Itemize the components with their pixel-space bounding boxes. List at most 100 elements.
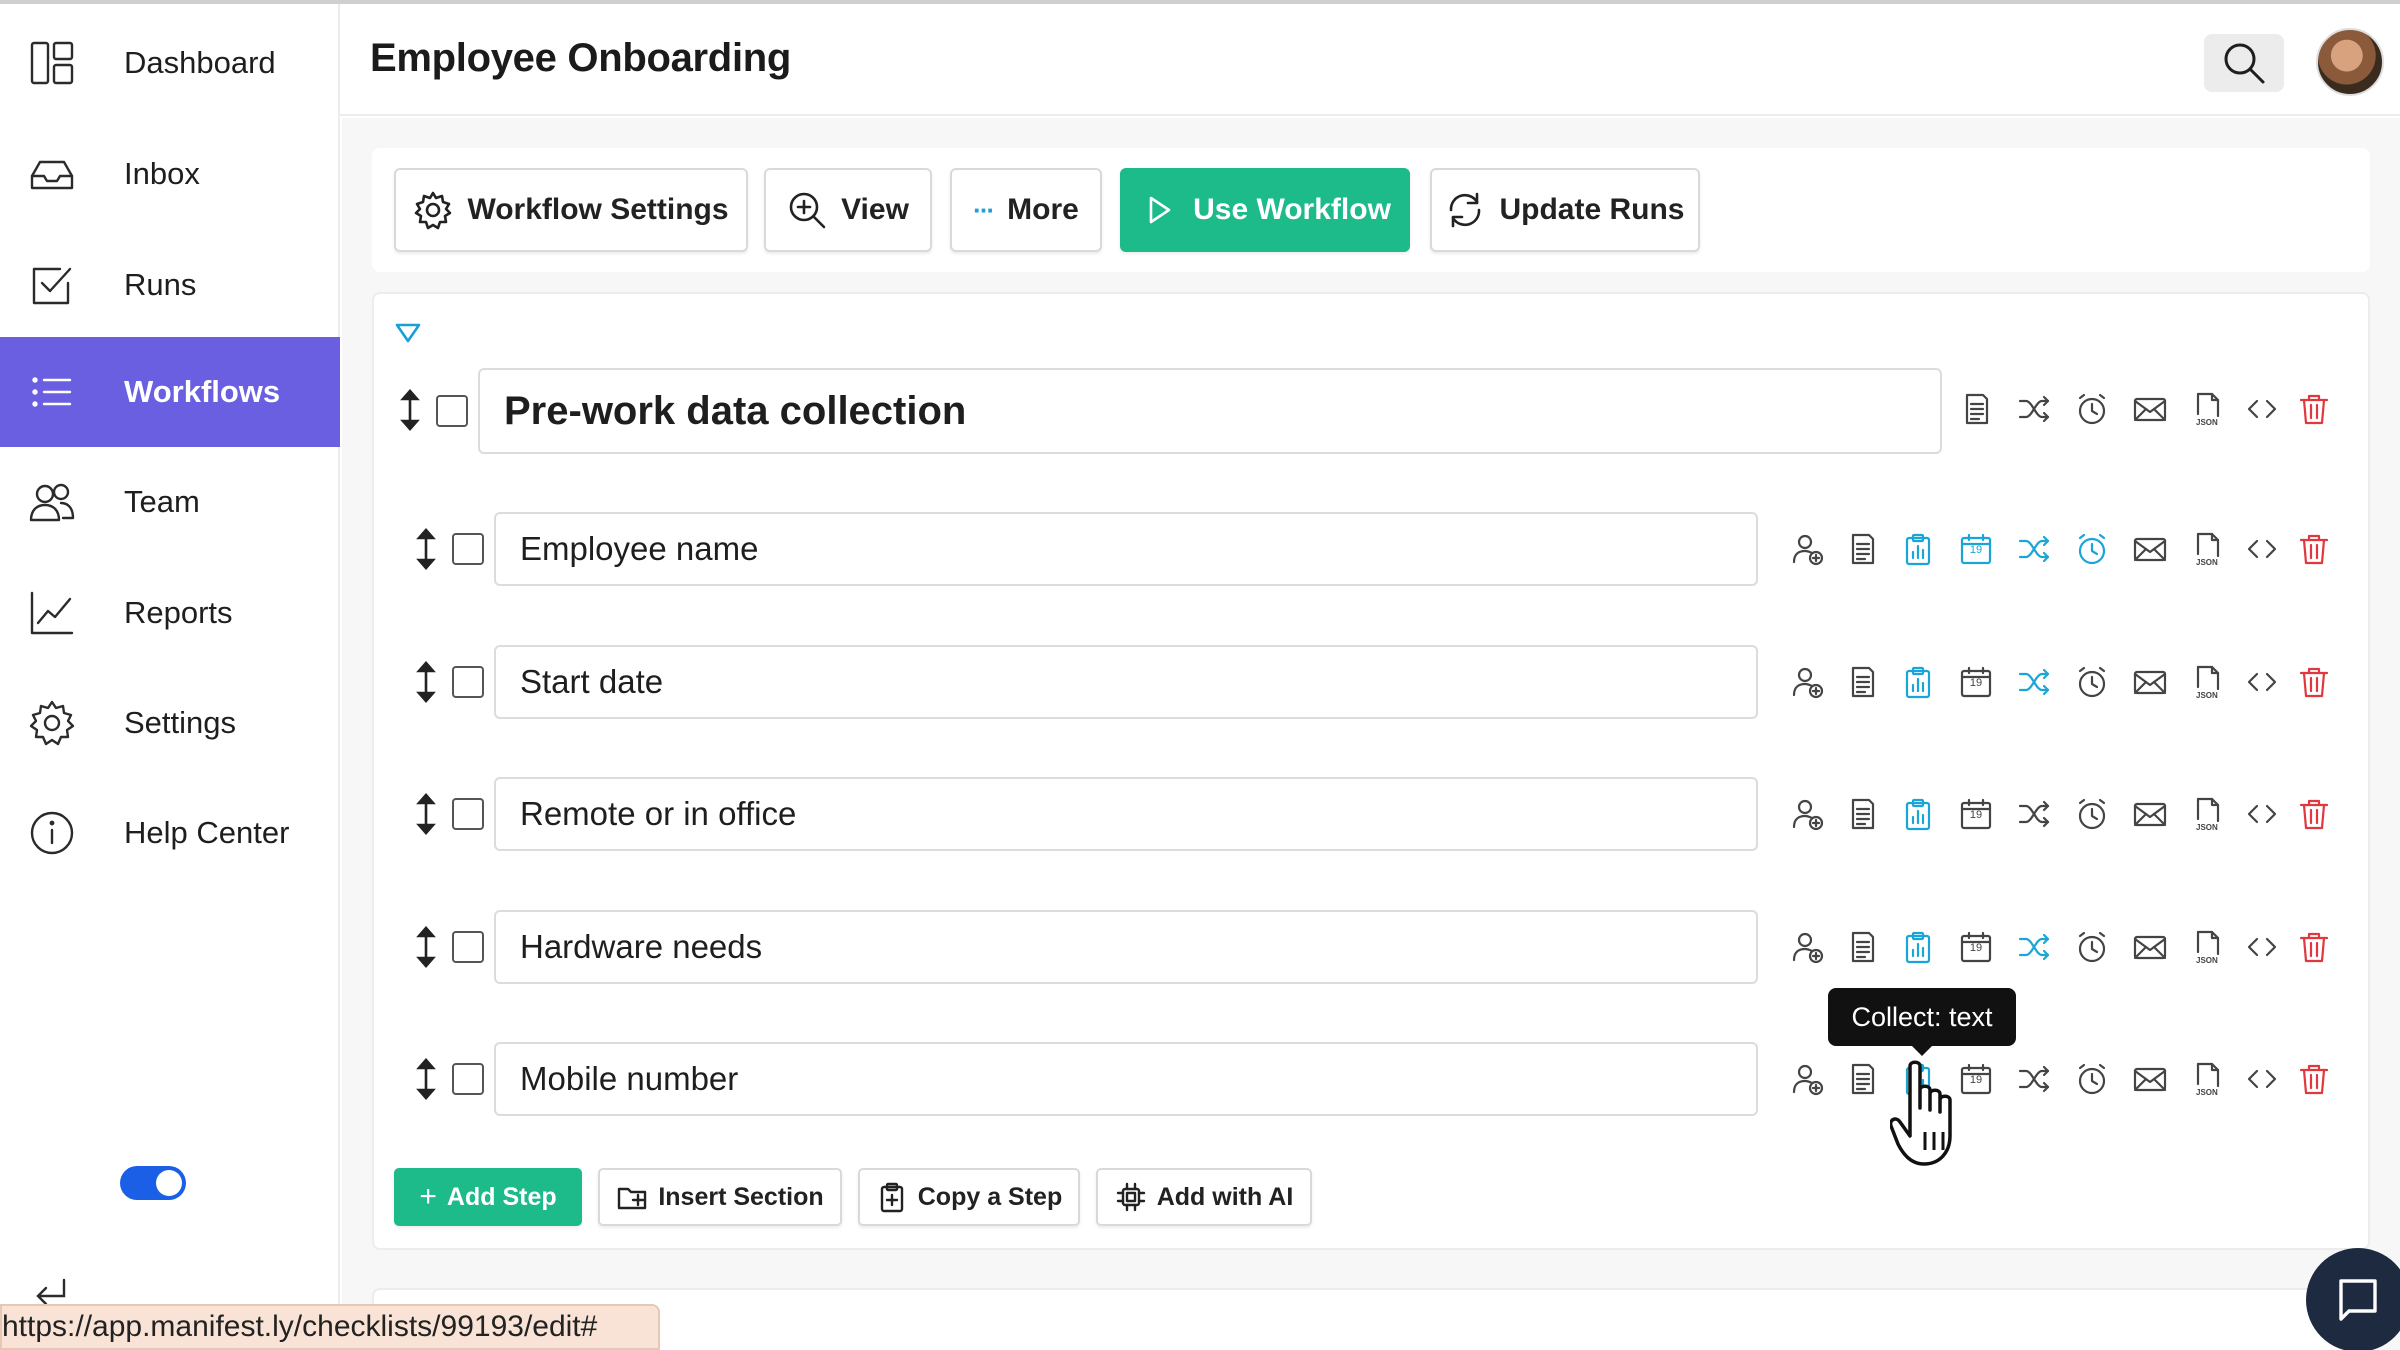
update-runs-button[interactable]: Update Runs <box>1430 168 1700 252</box>
code-icon[interactable] <box>2244 664 2280 700</box>
step-title-input[interactable]: Start date <box>494 645 1758 719</box>
code-icon[interactable] <box>2244 1061 2280 1097</box>
drag-handle-icon[interactable] <box>398 388 422 432</box>
use-workflow-button[interactable]: Use Workflow <box>1120 168 1410 252</box>
more-label: More <box>1007 193 1079 226</box>
drag-handle-icon[interactable] <box>414 792 438 836</box>
shuffle-icon[interactable] <box>2016 531 2052 567</box>
json-file-icon[interactable]: JSON <box>2190 664 2226 700</box>
collapse-section-icon[interactable] <box>394 322 422 344</box>
theme-toggle[interactable] <box>120 1166 186 1200</box>
assign-user-icon[interactable] <box>1790 796 1826 832</box>
code-icon[interactable] <box>2244 796 2280 832</box>
step-checkbox[interactable] <box>452 1063 484 1095</box>
calendar-icon[interactable]: 19 <box>1958 796 1994 832</box>
sidebar-item-team[interactable]: Team <box>0 447 340 557</box>
sidebar-item-dashboard[interactable]: Dashboard <box>0 8 340 118</box>
sidebar-item-help-center[interactable]: Help Center <box>0 778 340 888</box>
calendar-day-label: 19 <box>1969 942 1983 954</box>
alarm-clock-icon[interactable] <box>2074 796 2110 832</box>
search-button[interactable] <box>2204 34 2284 92</box>
calendar-icon[interactable]: 19 <box>1958 664 1994 700</box>
drag-handle-icon[interactable] <box>414 660 438 704</box>
envelope-icon[interactable] <box>2132 796 2168 832</box>
drag-handle-icon[interactable] <box>414 1057 438 1101</box>
step-checkbox[interactable] <box>452 798 484 830</box>
alarm-clock-icon[interactable] <box>2074 664 2110 700</box>
step-checkbox[interactable] <box>452 931 484 963</box>
envelope-icon[interactable] <box>2132 664 2168 700</box>
step-checkbox[interactable] <box>452 533 484 565</box>
section-title-input[interactable]: Pre-work data collection <box>478 368 1942 454</box>
sidebar-item-reports[interactable]: Reports <box>0 558 340 668</box>
drag-handle-icon[interactable] <box>414 925 438 969</box>
calendar-icon[interactable]: 19 <box>1958 929 1994 965</box>
alarm-clock-icon[interactable] <box>2074 929 2110 965</box>
workflow-settings-button[interactable]: Workflow Settings <box>394 168 748 252</box>
clipboard-chart-icon[interactable] <box>1900 664 1936 700</box>
document-icon[interactable] <box>1958 391 1994 427</box>
trash-icon[interactable] <box>2296 796 2332 832</box>
shuffle-icon[interactable] <box>2016 1061 2052 1097</box>
step-title-input[interactable]: Remote or in office <box>494 777 1758 851</box>
document-icon[interactable] <box>1844 796 1880 832</box>
json-file-icon[interactable]: JSON <box>2190 531 2226 567</box>
document-icon[interactable] <box>1844 531 1880 567</box>
envelope-icon[interactable] <box>2132 929 2168 965</box>
clipboard-chart-icon[interactable] <box>1900 929 1936 965</box>
drag-handle-icon[interactable] <box>414 527 438 571</box>
trash-icon[interactable] <box>2296 531 2332 567</box>
section-checkbox[interactable] <box>436 395 468 427</box>
sidebar-item-inbox[interactable]: Inbox <box>0 119 340 229</box>
add-step-button[interactable]: + Add Step <box>394 1168 582 1226</box>
step-checkbox[interactable] <box>452 666 484 698</box>
json-file-icon[interactable]: JSON <box>2190 391 2226 427</box>
calendar-icon[interactable]: 19 <box>1958 531 1994 567</box>
chat-widget-button[interactable] <box>2306 1248 2400 1350</box>
trash-icon[interactable] <box>2296 929 2332 965</box>
more-button[interactable]: ··· More <box>950 168 1102 252</box>
alarm-clock-icon[interactable] <box>2074 1061 2110 1097</box>
tooltip: Collect: text <box>1828 988 2016 1056</box>
step-title-input[interactable]: Mobile number <box>494 1042 1758 1116</box>
trash-icon[interactable] <box>2296 1061 2332 1097</box>
assign-user-icon[interactable] <box>1790 531 1826 567</box>
add-with-ai-button[interactable]: Add with AI <box>1096 1168 1312 1226</box>
alarm-clock-icon[interactable] <box>2074 531 2110 567</box>
gear-icon <box>26 697 78 749</box>
assign-user-icon[interactable] <box>1790 664 1826 700</box>
document-icon[interactable] <box>1844 929 1880 965</box>
copy-step-button[interactable]: Copy a Step <box>858 1168 1080 1226</box>
trash-icon[interactable] <box>2296 664 2332 700</box>
sidebar-item-settings[interactable]: Settings <box>0 668 340 778</box>
code-icon[interactable] <box>2244 391 2280 427</box>
avatar[interactable] <box>2316 28 2384 96</box>
json-file-icon[interactable]: JSON <box>2190 1061 2226 1097</box>
assign-user-icon[interactable] <box>1790 929 1826 965</box>
insert-section-button[interactable]: Insert Section <box>598 1168 842 1226</box>
clipboard-chart-icon[interactable] <box>1900 796 1936 832</box>
view-button[interactable]: View <box>764 168 932 252</box>
clipboard-chart-icon[interactable] <box>1900 531 1936 567</box>
alarm-clock-icon[interactable] <box>2074 391 2110 427</box>
assign-user-icon[interactable] <box>1790 1061 1826 1097</box>
shuffle-icon[interactable] <box>2016 664 2052 700</box>
document-icon[interactable] <box>1844 664 1880 700</box>
code-icon[interactable] <box>2244 531 2280 567</box>
json-file-icon[interactable]: JSON <box>2190 796 2226 832</box>
trash-icon[interactable] <box>2296 391 2332 427</box>
json-file-icon[interactable]: JSON <box>2190 929 2226 965</box>
sidebar-item-workflows[interactable]: Workflows <box>0 337 340 447</box>
document-icon[interactable] <box>1844 1061 1880 1097</box>
step-title-input[interactable]: Hardware needs <box>494 910 1758 984</box>
shuffle-icon[interactable] <box>2016 796 2052 832</box>
code-icon[interactable] <box>2244 929 2280 965</box>
shuffle-icon[interactable] <box>2016 391 2052 427</box>
envelope-icon[interactable] <box>2132 531 2168 567</box>
envelope-icon[interactable] <box>2132 391 2168 427</box>
shuffle-icon[interactable] <box>2016 929 2052 965</box>
sidebar-item-runs[interactable]: Runs <box>0 230 340 340</box>
step-title-input[interactable]: Employee name <box>494 512 1758 586</box>
use-workflow-label: Use Workflow <box>1193 193 1391 226</box>
envelope-icon[interactable] <box>2132 1061 2168 1097</box>
